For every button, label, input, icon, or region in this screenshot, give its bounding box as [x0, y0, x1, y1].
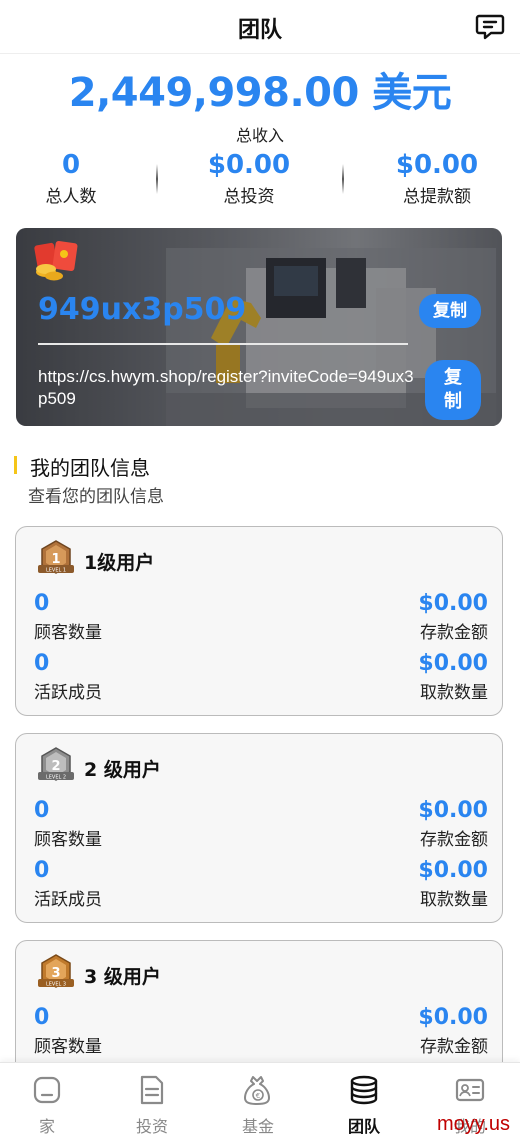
level-row-2: 0 活跃成员 $0.00 取款数量: [34, 651, 488, 703]
invite-divider: [38, 343, 408, 345]
deposit-amount-value: $0.00: [418, 591, 488, 616]
stat-divider: [156, 164, 158, 194]
deposit-amount: $0.00 存款金额: [418, 798, 488, 850]
level-title: 3 级用户: [84, 966, 161, 988]
copy-code-button[interactable]: 复制: [419, 294, 481, 328]
level-row-1: 0 顾客数量 $0.00 存款金额: [34, 798, 488, 850]
level-1-badge-icon: 1 LEVEL 1: [38, 540, 74, 574]
level-row-1: 0 顾客数量 $0.00 存款金额: [34, 591, 488, 643]
stat-value: 0: [61, 150, 81, 180]
stat-label: 总投资: [223, 187, 275, 207]
invite-url: https://cs.hwym.shop/register?inviteCode…: [38, 367, 414, 408]
stat-value: $0.00: [207, 150, 291, 180]
home-icon: [33, 1076, 61, 1104]
invite-code: 949ux3p509: [38, 292, 247, 327]
level-3-badge-icon: 3 LEVEL 3: [38, 954, 74, 988]
tab-team[interactable]: 团队: [312, 1073, 416, 1137]
svg-text:2: 2: [51, 759, 60, 774]
svg-text:LEVEL 1: LEVEL 1: [46, 568, 66, 574]
level-title: 1级用户: [84, 552, 155, 574]
active-members-value: 0: [34, 858, 50, 883]
copy-url-button[interactable]: 复 制: [425, 360, 481, 420]
svg-text:€: €: [256, 1092, 260, 1100]
deposit-amount-value: $0.00: [418, 798, 488, 823]
money-bag-icon: €: [244, 1076, 270, 1105]
tab-label: 家: [38, 1117, 55, 1136]
withdrawal-count-value: $0.00: [418, 858, 488, 883]
total-income-label: 总收入: [235, 126, 284, 145]
stat-total-members: 0 总人数: [0, 150, 146, 207]
level-row-1: 0 顾客数量 $0.00 存款金额: [34, 1005, 488, 1057]
level-1-card[interactable]: 1 LEVEL 1 1级用户 0 顾客数量 $0.00 存款金额 0 活跃成员 …: [15, 526, 503, 716]
deposit-amount-label: 存款金额: [420, 1037, 488, 1057]
svg-text:LEVEL 2: LEVEL 2: [46, 775, 66, 781]
tab-label: 基金: [241, 1117, 274, 1136]
active-members-value: 0: [34, 651, 50, 676]
stat-label: 总提款额: [403, 187, 471, 207]
stat-divider: [342, 164, 344, 194]
svg-text:1: 1: [51, 552, 60, 567]
watermark: moyy.us: [437, 1113, 510, 1135]
top-bar: 团队: [0, 0, 520, 54]
withdrawal-count-value: $0.00: [418, 651, 488, 676]
invite-card: 949ux3p509 复制 https://cs.hwym.shop/regis…: [16, 228, 502, 426]
stat-total-withdrawal: $0.00 总提款额: [362, 150, 512, 207]
level-title: 2 级用户: [84, 759, 161, 781]
coin-stack-icon: [350, 1075, 378, 1105]
deposit-amount-value: $0.00: [418, 1005, 488, 1030]
active-members-label: 活跃成员: [34, 890, 102, 910]
withdrawal-count: $0.00 取款数量: [418, 651, 488, 703]
customer-count-value: 0: [34, 591, 50, 616]
svg-text:3: 3: [51, 966, 60, 981]
customer-count-value: 0: [34, 1005, 50, 1030]
income-summary: 2,449,998.00 美元 总收入: [0, 60, 520, 146]
tab-fund[interactable]: € 基金: [206, 1073, 310, 1137]
total-income-value: 2,449,998.00 美元: [68, 70, 452, 116]
stats-row: 0 总人数 $0.00 总投资 $0.00 总提款额: [0, 150, 520, 212]
section-title: 我的团队信息: [30, 456, 150, 480]
active-members-label: 活跃成员: [34, 683, 102, 703]
customer-count-label: 顾客数量: [34, 623, 102, 643]
stat-total-investment: $0.00 总投资: [174, 150, 324, 207]
withdrawal-count: $0.00 取款数量: [418, 858, 488, 910]
deposit-amount: $0.00 存款金额: [418, 1005, 488, 1057]
customer-count-value: 0: [34, 798, 50, 823]
svg-text:LEVEL 3: LEVEL 3: [46, 982, 66, 988]
customer-count: 0 顾客数量: [34, 591, 102, 643]
tab-invest[interactable]: 投资: [100, 1073, 204, 1137]
stat-value: $0.00: [395, 150, 479, 180]
deposit-amount: $0.00 存款金额: [418, 591, 488, 643]
red-envelope-icon: [34, 240, 78, 281]
active-members: 0 活跃成员: [34, 858, 102, 910]
page-title: 团队: [237, 18, 282, 43]
active-members: 0 活跃成员: [34, 651, 102, 703]
customer-count-label: 顾客数量: [34, 830, 102, 850]
id-card-icon: [455, 1078, 485, 1102]
withdrawal-count-label: 取款数量: [420, 890, 488, 910]
tab-label: 投资: [135, 1117, 168, 1136]
level-2-badge-icon: 2 LEVEL 2: [38, 747, 74, 781]
customer-count: 0 顾客数量: [34, 798, 102, 850]
tab-label: 团队: [347, 1117, 380, 1136]
section-accent-bar: [14, 456, 17, 474]
document-icon: [140, 1075, 164, 1105]
deposit-amount-label: 存款金额: [420, 623, 488, 643]
stat-label: 总人数: [45, 187, 97, 207]
section-subtitle: 查看您的团队信息: [28, 487, 164, 507]
deposit-amount-label: 存款金额: [420, 830, 488, 850]
customer-count-label: 顾客数量: [34, 1037, 102, 1057]
level-row-2: 0 活跃成员 $0.00 取款数量: [34, 858, 488, 910]
level-2-card[interactable]: 2 LEVEL 2 2 级用户 0 顾客数量 $0.00 存款金额 0 活跃成员…: [15, 733, 503, 923]
tab-home[interactable]: 家: [0, 1073, 99, 1137]
message-list-icon[interactable]: [474, 10, 506, 42]
withdrawal-count-label: 取款数量: [420, 683, 488, 703]
customer-count: 0 顾客数量: [34, 1005, 102, 1057]
